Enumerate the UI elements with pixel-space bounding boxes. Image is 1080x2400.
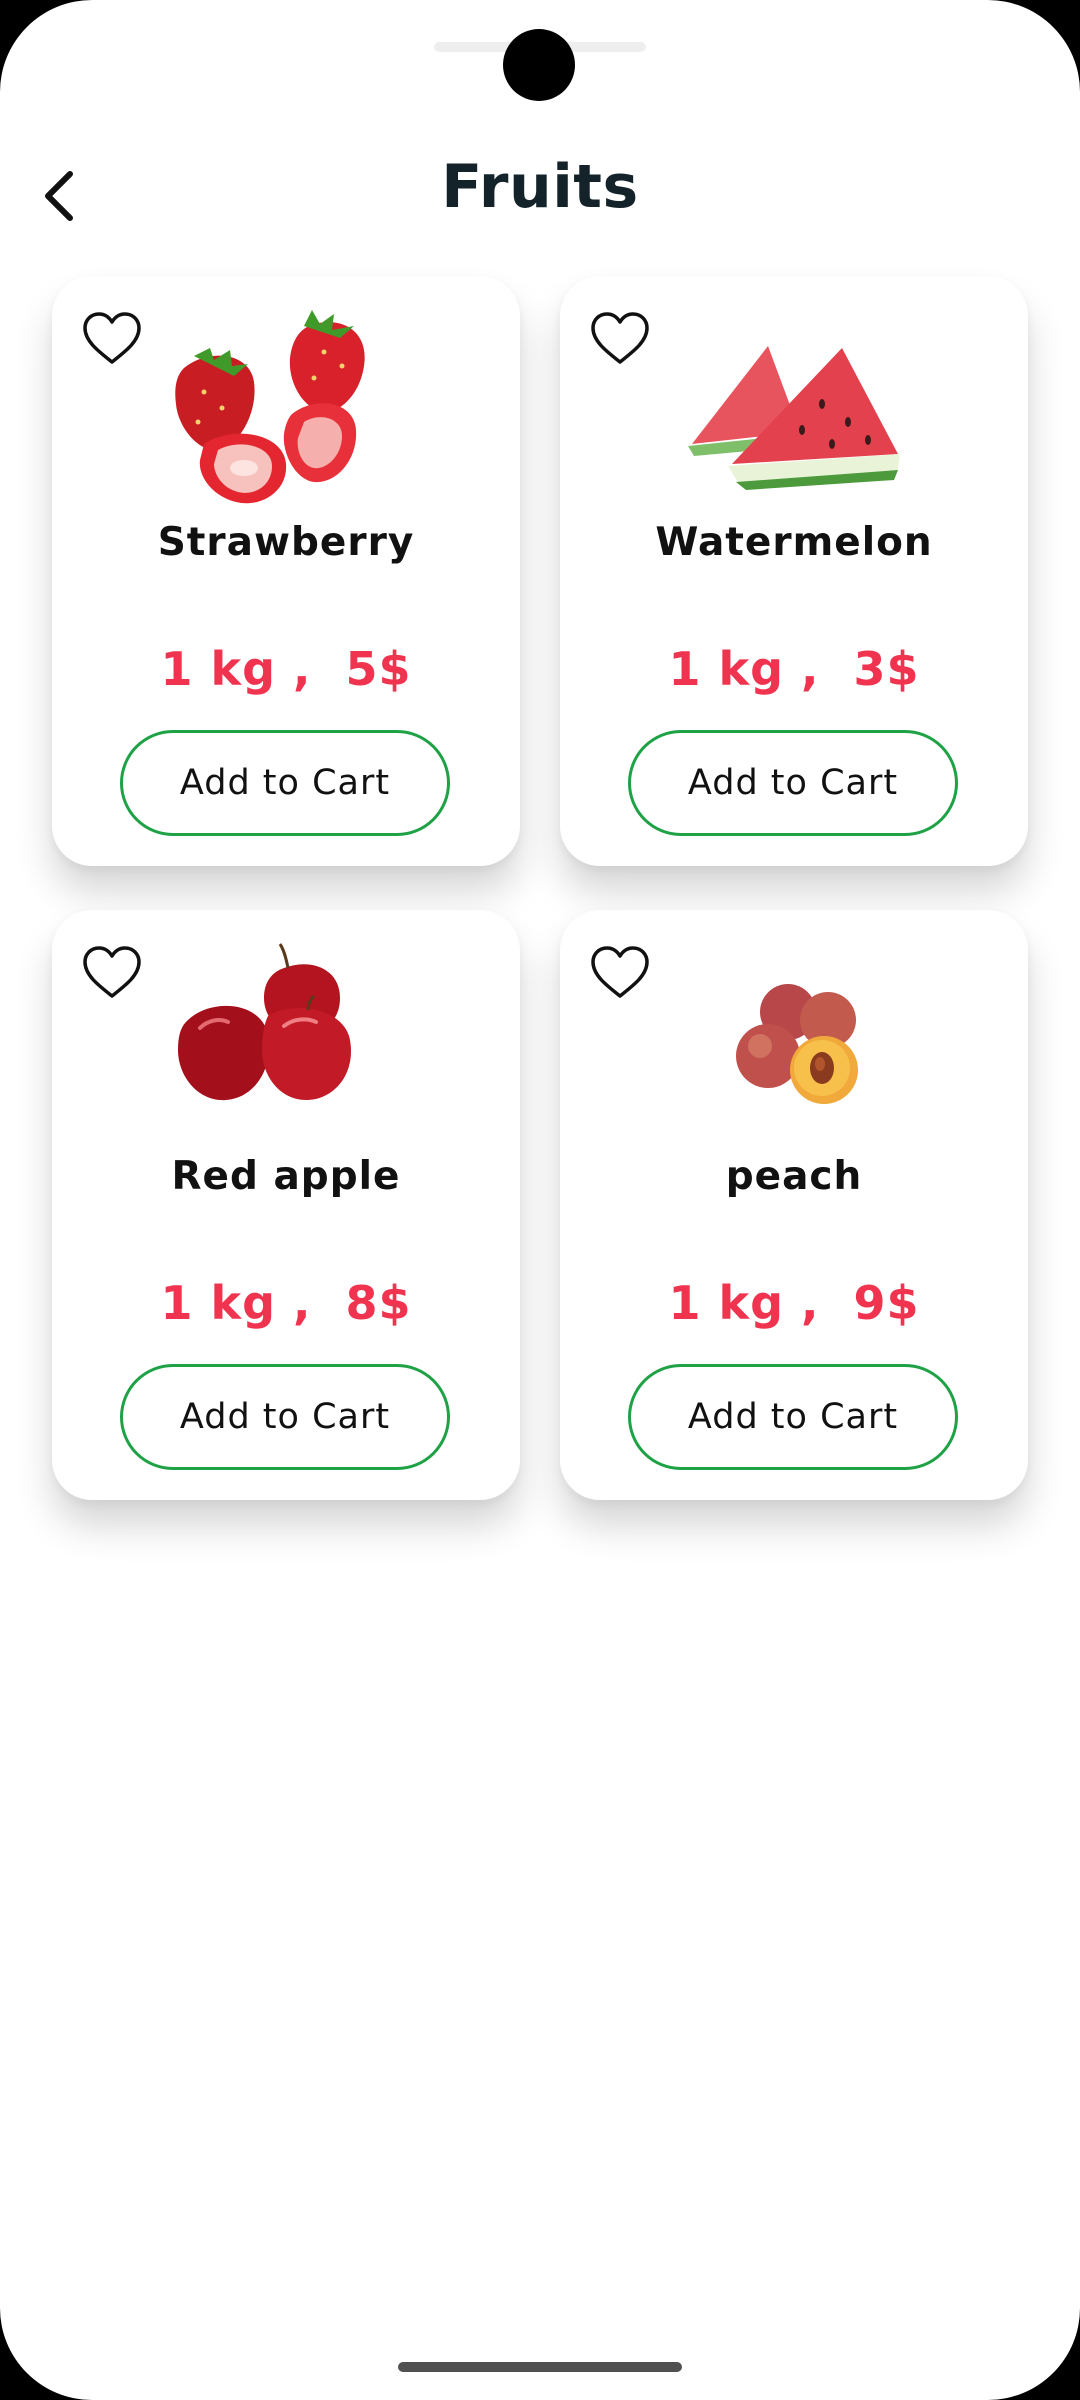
heart-outline-icon[interactable] [80, 310, 144, 366]
heart-outline-icon[interactable] [80, 944, 144, 1000]
red-apple-icon [178, 943, 351, 1101]
add-to-cart-button[interactable]: Add to Cart [628, 1364, 958, 1470]
front-camera-cutout [503, 29, 575, 101]
home-indicator[interactable] [398, 2362, 682, 2372]
heart-outline-icon[interactable] [588, 310, 652, 366]
peach-icon [736, 984, 858, 1104]
heart-outline-icon[interactable] [588, 944, 652, 1000]
product-price: 1 kg , 3$ [668, 642, 920, 696]
product-card-red-apple[interactable]: Red apple 1 kg , 8$ Add to Cart [52, 910, 520, 1500]
app-screen: Fruits Strawberry 1 kg , 5$ Add to Cart … [0, 0, 1080, 2400]
add-to-cart-button[interactable]: Add to Cart [120, 730, 450, 836]
add-to-cart-button[interactable]: Add to Cart [120, 1364, 450, 1470]
add-to-cart-button[interactable]: Add to Cart [628, 730, 958, 836]
product-name: Red apple [171, 1154, 401, 1199]
product-price: 1 kg , 8$ [160, 1276, 412, 1330]
page-title: Fruits [441, 152, 639, 222]
product-price: 1 kg , 9$ [668, 1276, 920, 1330]
product-card-watermelon[interactable]: Watermelon 1 kg , 3$ Add to Cart [560, 276, 1028, 866]
product-card-strawberry[interactable]: Strawberry 1 kg , 5$ Add to Cart [52, 276, 520, 866]
product-name: Watermelon [655, 520, 933, 565]
product-price: 1 kg , 5$ [160, 642, 412, 696]
product-card-peach[interactable]: peach 1 kg , 9$ Add to Cart [560, 910, 1028, 1500]
product-name: Strawberry [157, 520, 415, 565]
product-name: peach [725, 1154, 863, 1199]
strawberry-icon [175, 310, 365, 504]
watermelon-slice-icon [688, 346, 900, 490]
